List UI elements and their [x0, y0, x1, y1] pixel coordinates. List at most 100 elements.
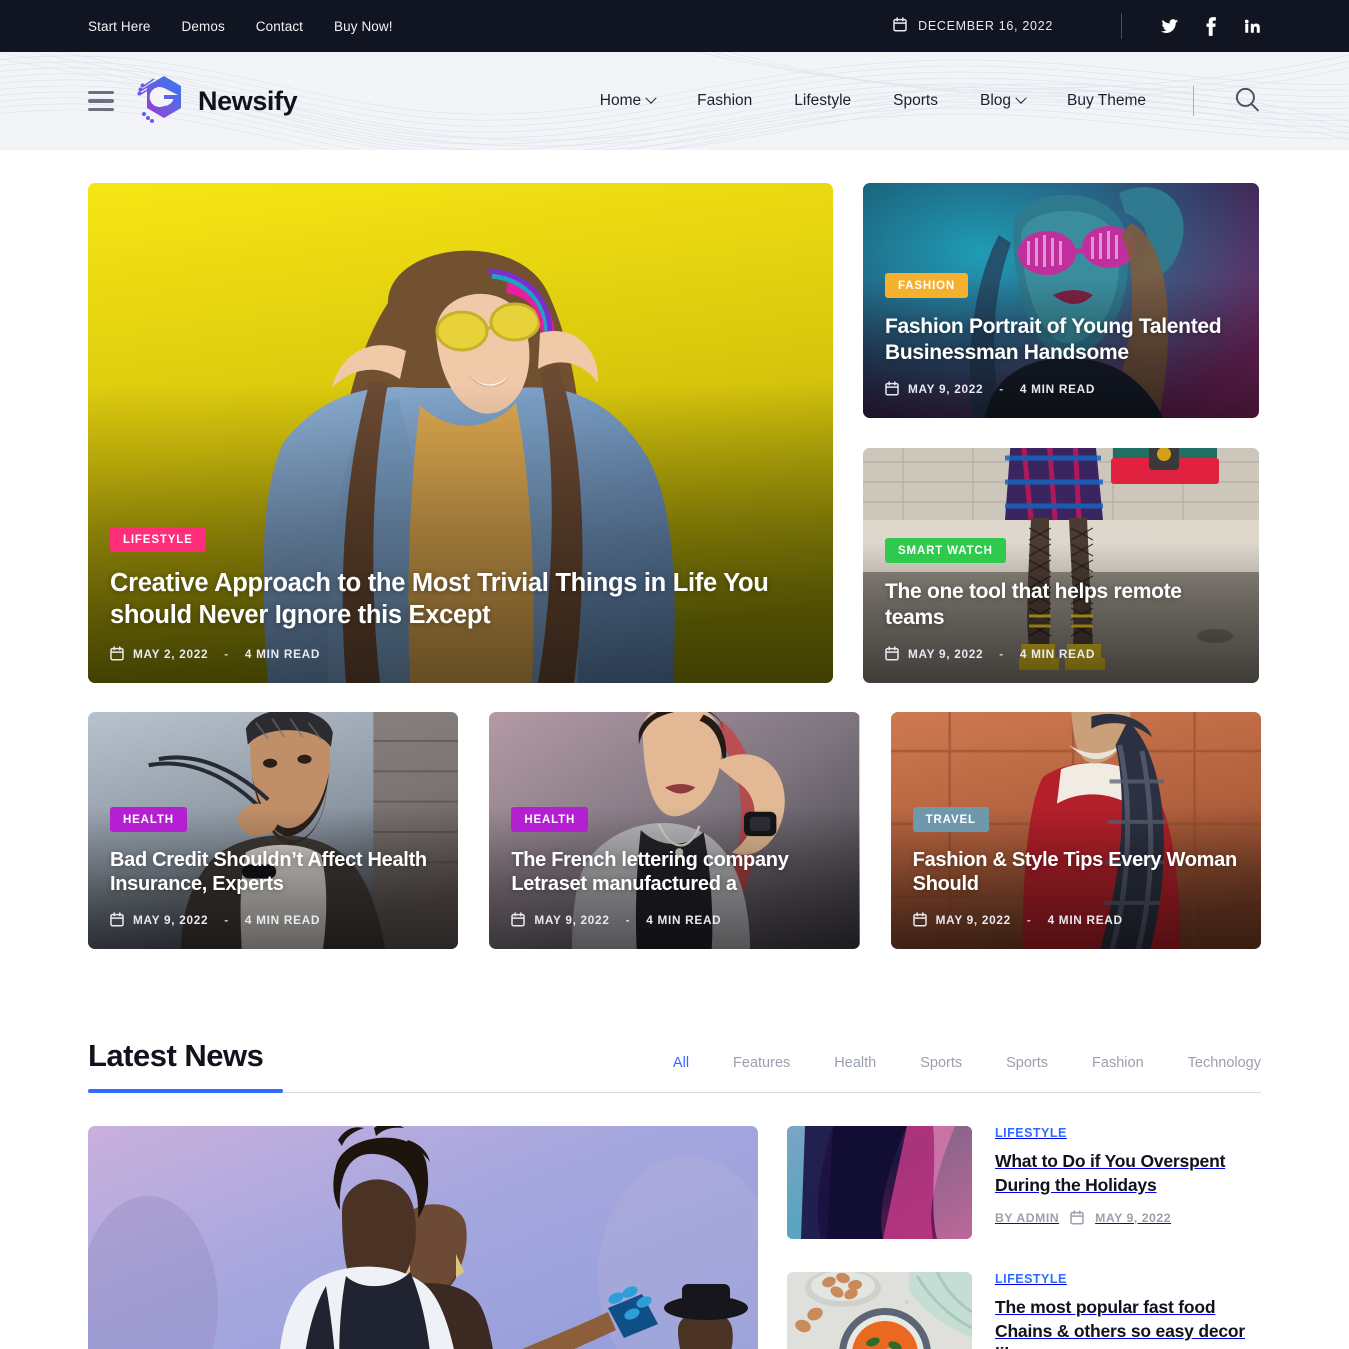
small-card-body: HEALTH Bad Credit Shouldn’t Affect Healt…	[88, 806, 458, 949]
read-time: 4 MIN READ	[244, 912, 321, 927]
small-card-title: The French lettering company Letraset ma…	[511, 848, 789, 896]
small-card-body: HEALTH The French lettering company Letr…	[489, 806, 859, 949]
list-item[interactable]: LIFESTYLE What to Do if You Overspent Du…	[787, 1126, 1261, 1239]
nav-label: Home	[599, 92, 642, 109]
hero-section: LIFESTYLE Creative Approach to the Most …	[88, 183, 1261, 683]
small-card-body: TRAVEL Fashion & Style Tips Every Woman …	[891, 806, 1261, 949]
list-item-category[interactable]: LIFESTYLE	[995, 1272, 1261, 1286]
nav-item-buy-theme[interactable]: Buy Theme	[1046, 92, 1167, 110]
small-card-title: Fashion & Style Tips Every Woman Should	[912, 848, 1238, 896]
latest-news-rule-accent	[88, 1089, 283, 1093]
topbar-right: DECEMBER 16, 2022	[893, 13, 1261, 39]
nav-label: Buy Theme	[1067, 92, 1146, 109]
menu-toggle-button[interactable]	[88, 90, 114, 112]
search-icon	[1234, 86, 1261, 116]
list-item[interactable]: LIFESTYLE The most popular fast food Cha…	[787, 1272, 1261, 1349]
linkedin-icon[interactable]	[1243, 17, 1261, 35]
category-badge[interactable]: SMART WATCH	[885, 538, 1006, 564]
latest-feature-image[interactable]	[88, 1126, 758, 1349]
nav-item-lifestyle[interactable]: Lifestyle	[773, 92, 872, 110]
latest-news-tabs: All Features Health Sports Sports Fashio…	[651, 1055, 1261, 1074]
latest-news-section: Latest News All Features Health Sports S…	[88, 1038, 1261, 1349]
topbar-link-buy-now[interactable]: Buy Now!	[334, 19, 393, 34]
nav-label: Fashion	[697, 92, 753, 109]
meta-separator: -	[1026, 912, 1032, 927]
side-card-meta: MAY 9, 2022 - 4 MIN READ	[885, 646, 1237, 661]
list-item-title: The most popular fast food Chains & othe…	[995, 1297, 1245, 1349]
topbar-divider	[1121, 13, 1122, 39]
calendar-icon	[893, 17, 907, 35]
publish-date: MAY 9, 2022	[534, 912, 610, 927]
nav-label: Sports	[893, 92, 938, 109]
side-card-fashion[interactable]: FASHION Fashion Portrait of Young Talent…	[863, 183, 1259, 418]
latest-news-list: LIFESTYLE What to Do if You Overspent Du…	[787, 1126, 1261, 1349]
publish-date: MAY 2, 2022	[133, 646, 209, 661]
hero-card-meta: MAY 2, 2022 - 4 MIN READ	[110, 646, 811, 661]
nav-item-fashion[interactable]: Fashion	[676, 92, 773, 110]
meta-separator: -	[999, 646, 1004, 661]
publish-date: MAY 9, 2022	[908, 646, 984, 661]
publish-date: MAY 9, 2022	[133, 912, 209, 927]
chevron-down-icon	[645, 92, 657, 104]
tab-sports-1[interactable]: Sports	[898, 1055, 984, 1071]
tab-technology[interactable]: Technology	[1166, 1055, 1261, 1071]
category-badge[interactable]: TRAVEL	[912, 806, 989, 832]
topbar-link-demos[interactable]: Demos	[182, 19, 225, 34]
tab-sports-2[interactable]: Sports	[984, 1055, 1070, 1071]
calendar-icon	[110, 912, 124, 927]
list-item-title: What to Do if You Overspent During the H…	[995, 1151, 1226, 1195]
tab-health[interactable]: Health	[812, 1055, 898, 1071]
list-item-category[interactable]: LIFESTYLE	[995, 1126, 1261, 1140]
category-badge[interactable]: FASHION	[885, 273, 969, 299]
side-card-body: SMART WATCH The one tool that helps remo…	[863, 538, 1259, 683]
current-date-text: DECEMBER 16, 2022	[918, 19, 1053, 33]
small-card-meta: MAY 9, 2022 - 4 MIN READ	[511, 912, 837, 927]
list-item-meta: BY ADMIN MAY 9, 2022	[995, 1210, 1261, 1225]
latest-news-header: Latest News All Features Health Sports S…	[88, 1038, 1261, 1093]
tab-fashion[interactable]: Fashion	[1070, 1055, 1166, 1071]
meta-separator: -	[224, 912, 229, 927]
calendar-icon	[885, 646, 899, 661]
side-card-title: Fashion Portrait of Young Talented Busin…	[885, 315, 1222, 365]
small-card-letraset[interactable]: HEALTH The French lettering company Letr…	[489, 712, 860, 949]
site-header: Newsify Home Fashion Lifestyle Sports Bl…	[0, 52, 1349, 150]
topbar-link-contact[interactable]: Contact	[256, 19, 303, 34]
twitter-icon[interactable]	[1160, 17, 1179, 36]
hero-featured-card[interactable]: LIFESTYLE Creative Approach to the Most …	[88, 183, 833, 683]
category-badge[interactable]: HEALTH	[110, 806, 187, 832]
meta-separator: -	[224, 646, 229, 661]
hamburger-line	[88, 99, 114, 103]
calendar-icon	[511, 912, 526, 927]
meta-separator: -	[625, 912, 631, 927]
small-card-fashion-tips[interactable]: TRAVEL Fashion & Style Tips Every Woman …	[890, 712, 1261, 949]
small-card-meta: MAY 9, 2022 - 4 MIN READ	[110, 912, 436, 927]
facebook-icon[interactable]	[1205, 16, 1217, 36]
nav-item-sports[interactable]: Sports	[872, 92, 959, 110]
main-content: LIFESTYLE Creative Approach to the Most …	[0, 183, 1349, 1349]
publish-date: MAY 9, 2022	[935, 912, 1011, 927]
nav-item-home[interactable]: Home	[579, 92, 676, 110]
list-item-author: BY ADMIN	[995, 1210, 1060, 1225]
brand-name: Newsify	[198, 85, 298, 116]
category-badge[interactable]: LIFESTYLE	[110, 527, 206, 553]
side-card-meta: MAY 9, 2022 - 4 MIN READ	[885, 381, 1237, 396]
read-time: 4 MIN READ	[1019, 646, 1096, 661]
nav-divider	[1193, 86, 1194, 116]
hamburger-line	[88, 90, 114, 95]
small-card-bad-credit[interactable]: HEALTH Bad Credit Shouldn’t Affect Healt…	[88, 712, 459, 949]
list-item-thumbnail	[787, 1272, 972, 1349]
read-time: 4 MIN READ	[1047, 912, 1123, 927]
nav-item-blog[interactable]: Blog	[959, 92, 1046, 110]
hero-side-column: FASHION Fashion Portrait of Young Talent…	[863, 183, 1259, 683]
nav-label: Blog	[979, 92, 1012, 109]
category-badge[interactable]: HEALTH	[511, 806, 589, 832]
site-logo-link[interactable]: Newsify	[136, 73, 298, 130]
search-button[interactable]	[1234, 86, 1261, 116]
tab-all[interactable]: All	[651, 1055, 711, 1071]
topbar-links: Start Here Demos Contact Buy Now!	[88, 19, 393, 34]
side-card-smart-watch[interactable]: SMART WATCH The one tool that helps remo…	[863, 448, 1259, 683]
tab-features[interactable]: Features	[711, 1055, 812, 1071]
read-time: 4 MIN READ	[1019, 381, 1096, 396]
topbar-link-start-here[interactable]: Start Here	[88, 19, 151, 34]
small-card-meta: MAY 9, 2022 - 4 MIN READ	[912, 912, 1239, 927]
